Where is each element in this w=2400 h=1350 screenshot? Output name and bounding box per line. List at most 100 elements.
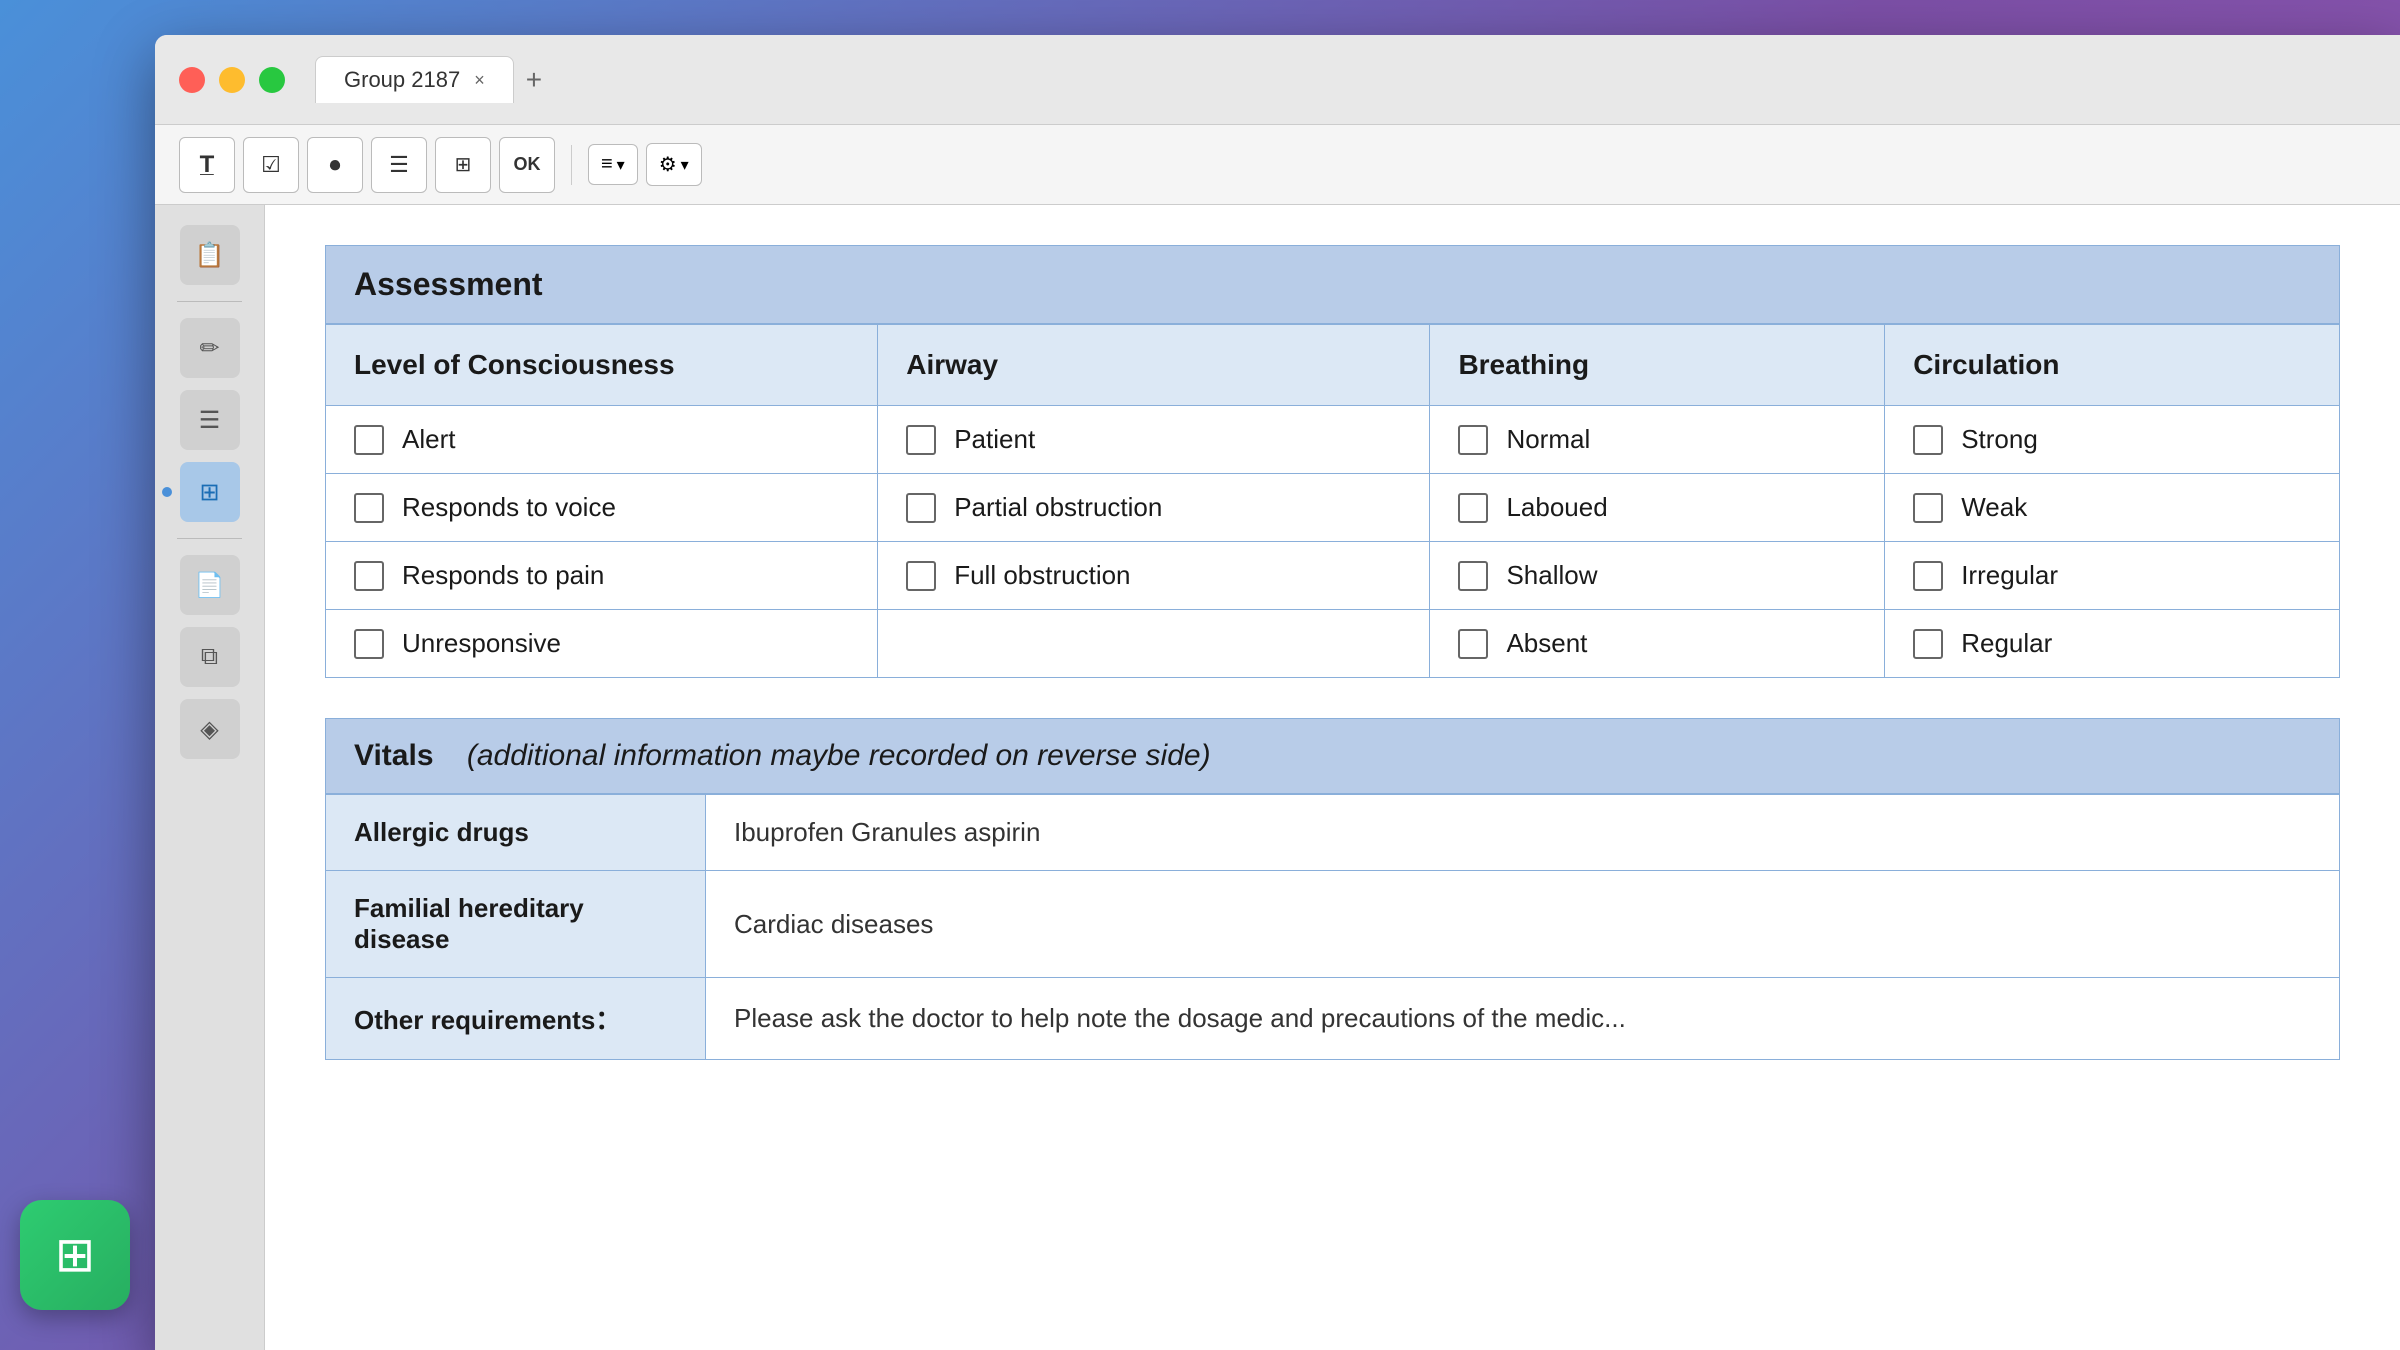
checkbox-irregular[interactable]	[1913, 561, 1943, 591]
toolbar: T̲ ☑ ⏺ ☰ ⊞ OK ≡ ▾ ⚙ ▾	[155, 125, 2400, 205]
assessment-row-2: Responds to voice Partial obstruction	[326, 474, 2340, 542]
loc-cell-1: Alert	[326, 406, 878, 474]
list-sidebar-icon: ☰	[199, 406, 221, 435]
close-button[interactable]	[179, 67, 205, 93]
checkbox-responds-pain[interactable]	[354, 561, 384, 591]
list-tool-button[interactable]: ☰	[371, 137, 427, 193]
components-icon: ◈	[200, 715, 218, 744]
text-tool-button[interactable]: T̲	[179, 137, 235, 193]
active-indicator	[162, 487, 172, 497]
vitals-row-allergic: Allergic drugs Ibuprofen Granules aspiri…	[326, 795, 2340, 871]
table-tool-button[interactable]: ⊞	[435, 137, 491, 193]
tab-area: Group 2187 × +	[315, 56, 2376, 103]
col-header-loc: Level of Consciousness	[326, 325, 878, 406]
left-sidebar: 📋 ✏ ☰ ⊞ 📄 ⧉ ◈	[155, 205, 265, 1350]
col-header-breathing: Breathing	[1430, 325, 1885, 406]
app-icon-glyph: ⊞	[55, 1227, 95, 1283]
checkbox-normal[interactable]	[1458, 425, 1488, 455]
title-bar: Group 2187 × +	[155, 35, 2400, 125]
assessment-row-4: Unresponsive Absent	[326, 610, 2340, 678]
traffic-lights	[179, 67, 285, 93]
sidebar-item-template[interactable]: 📄	[180, 555, 240, 615]
vitals-table: Allergic drugs Ibuprofen Granules aspiri…	[325, 794, 2340, 1060]
minimize-button[interactable]	[219, 67, 245, 93]
mac-window: Group 2187 × + T̲ ☑ ⏺ ☰ ⊞ OK ≡ ▾	[155, 35, 2400, 1350]
checkbox-laboued[interactable]	[1458, 493, 1488, 523]
loc-cell-4: Unresponsive	[326, 610, 878, 678]
checkbox-regular[interactable]	[1913, 629, 1943, 659]
checkbox-unresponsive[interactable]	[354, 629, 384, 659]
ok-icon: OK	[514, 154, 541, 175]
checkbox-shallow[interactable]	[1458, 561, 1488, 591]
vitals-section: Vitals (additional information maybe rec…	[325, 718, 2340, 1060]
document-icon: 📋	[195, 241, 225, 270]
align-dropdown[interactable]: ≡ ▾	[588, 144, 638, 185]
sidebar-item-document[interactable]: 📋	[180, 225, 240, 285]
active-tab[interactable]: Group 2187 ×	[315, 56, 514, 103]
circulation-cell-1: Strong	[1885, 406, 2340, 474]
breathing-cell-4: Absent	[1430, 610, 1885, 678]
align-chevron: ▾	[617, 155, 625, 175]
circulation-cell-4: Regular	[1885, 610, 2340, 678]
settings-icon: ⚙	[659, 152, 677, 177]
other-label: Other requirements：	[326, 978, 706, 1060]
sidebar-item-text[interactable]: ✏	[180, 318, 240, 378]
checkbox-responds-voice[interactable]	[354, 493, 384, 523]
col-header-airway: Airway	[878, 325, 1430, 406]
new-tab-button[interactable]: +	[526, 64, 542, 96]
checkbox-icon: ☑	[261, 152, 281, 178]
text-icon: T̲	[200, 151, 215, 179]
toolbar-separator-1	[571, 145, 572, 185]
checkbox-strong[interactable]	[1913, 425, 1943, 455]
pencil-icon: ✏	[199, 334, 219, 363]
vitals-header: Vitals (additional information maybe rec…	[325, 718, 2340, 794]
sidebar-item-components[interactable]: ◈	[180, 699, 240, 759]
circulation-cell-3: Irregular	[1885, 542, 2340, 610]
document-content: Assessment Level of Consciousness Airway…	[265, 205, 2400, 1350]
hereditary-label: Familial hereditary disease	[326, 871, 706, 978]
loc-cell-3: Responds to pain	[326, 542, 878, 610]
assessment-section: Assessment Level of Consciousness Airway…	[325, 245, 2340, 678]
tab-close-button[interactable]: ×	[474, 70, 485, 91]
breathing-cell-1: Normal	[1430, 406, 1885, 474]
vitals-title: Vitals	[354, 739, 434, 772]
layers-icon: ⧉	[201, 643, 218, 671]
sidebar-item-layers[interactable]: ⧉	[180, 627, 240, 687]
breathing-cell-3: Shallow	[1430, 542, 1885, 610]
checkbox-tool-button[interactable]: ☑	[243, 137, 299, 193]
checkbox-full-obstruction[interactable]	[906, 561, 936, 591]
table-icon: ⊞	[455, 152, 472, 177]
sidebar-item-grid[interactable]: ⊞	[180, 462, 240, 522]
allergic-value: Ibuprofen Granules aspirin	[706, 795, 2340, 871]
checkbox-alert[interactable]	[354, 425, 384, 455]
other-value: Please ask the doctor to help note the d…	[706, 978, 2340, 1060]
assessment-table: Level of Consciousness Airway Breathing …	[325, 324, 2340, 678]
maximize-button[interactable]	[259, 67, 285, 93]
app-icon[interactable]: ⊞	[20, 1200, 130, 1310]
vitals-row-other: Other requirements： Please ask the docto…	[326, 978, 2340, 1060]
airway-cell-3: Full obstruction	[878, 542, 1430, 610]
checkbox-absent[interactable]	[1458, 629, 1488, 659]
checkbox-weak[interactable]	[1913, 493, 1943, 523]
airway-cell-4	[878, 610, 1430, 678]
main-area: 📋 ✏ ☰ ⊞ 📄 ⧉ ◈	[155, 205, 2400, 1350]
checkbox-partial-obstruction[interactable]	[906, 493, 936, 523]
vitals-subtitle: (additional information maybe recorded o…	[467, 739, 1211, 772]
settings-chevron: ▾	[681, 155, 689, 175]
checkbox-patient[interactable]	[906, 425, 936, 455]
record-icon: ⏺	[329, 152, 340, 178]
align-icon: ≡	[601, 153, 613, 176]
ok-tool-button[interactable]: OK	[499, 137, 555, 193]
assessment-row-1: Alert Patient	[326, 406, 2340, 474]
sidebar-divider-2	[177, 538, 242, 539]
circulation-cell-2: Weak	[1885, 474, 2340, 542]
assessment-title: Assessment	[325, 245, 2340, 324]
allergic-label: Allergic drugs	[326, 795, 706, 871]
record-tool-button[interactable]: ⏺	[307, 137, 363, 193]
tab-title: Group 2187	[344, 67, 460, 93]
loc-cell-2: Responds to voice	[326, 474, 878, 542]
settings-dropdown[interactable]: ⚙ ▾	[646, 143, 702, 186]
sidebar-item-list[interactable]: ☰	[180, 390, 240, 450]
assessment-row-3: Responds to pain Full obstruction	[326, 542, 2340, 610]
breathing-cell-2: Laboued	[1430, 474, 1885, 542]
